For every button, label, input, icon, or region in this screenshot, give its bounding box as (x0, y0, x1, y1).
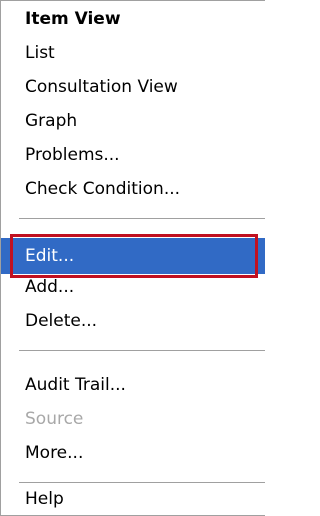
menu-item-check-condition[interactable]: Check Condition... (1, 173, 265, 205)
menu-item-graph[interactable]: Graph (1, 105, 265, 137)
menu-item-consultation-view[interactable]: Consultation View (1, 71, 265, 103)
menu-item-help[interactable]: Help (1, 483, 265, 515)
menu-item-delete[interactable]: Delete... (1, 305, 265, 337)
menu-item-add[interactable]: Add... (1, 271, 265, 303)
menu-item-audit-trail[interactable]: Audit Trail... (1, 369, 265, 401)
menu-item-source: Source (25, 409, 84, 429)
menu-separator (19, 350, 265, 351)
context-menu: Item View List Consultation View Graph P… (0, 0, 265, 516)
menu-separator (19, 218, 265, 219)
menu-item-problems[interactable]: Problems... (1, 139, 265, 171)
menu-item-edit[interactable]: Edit... (1, 238, 265, 274)
menu-item-list[interactable]: List (1, 37, 265, 69)
menu-item-item-view[interactable]: Item View (1, 3, 265, 35)
menu-item-more[interactable]: More... (1, 437, 265, 469)
